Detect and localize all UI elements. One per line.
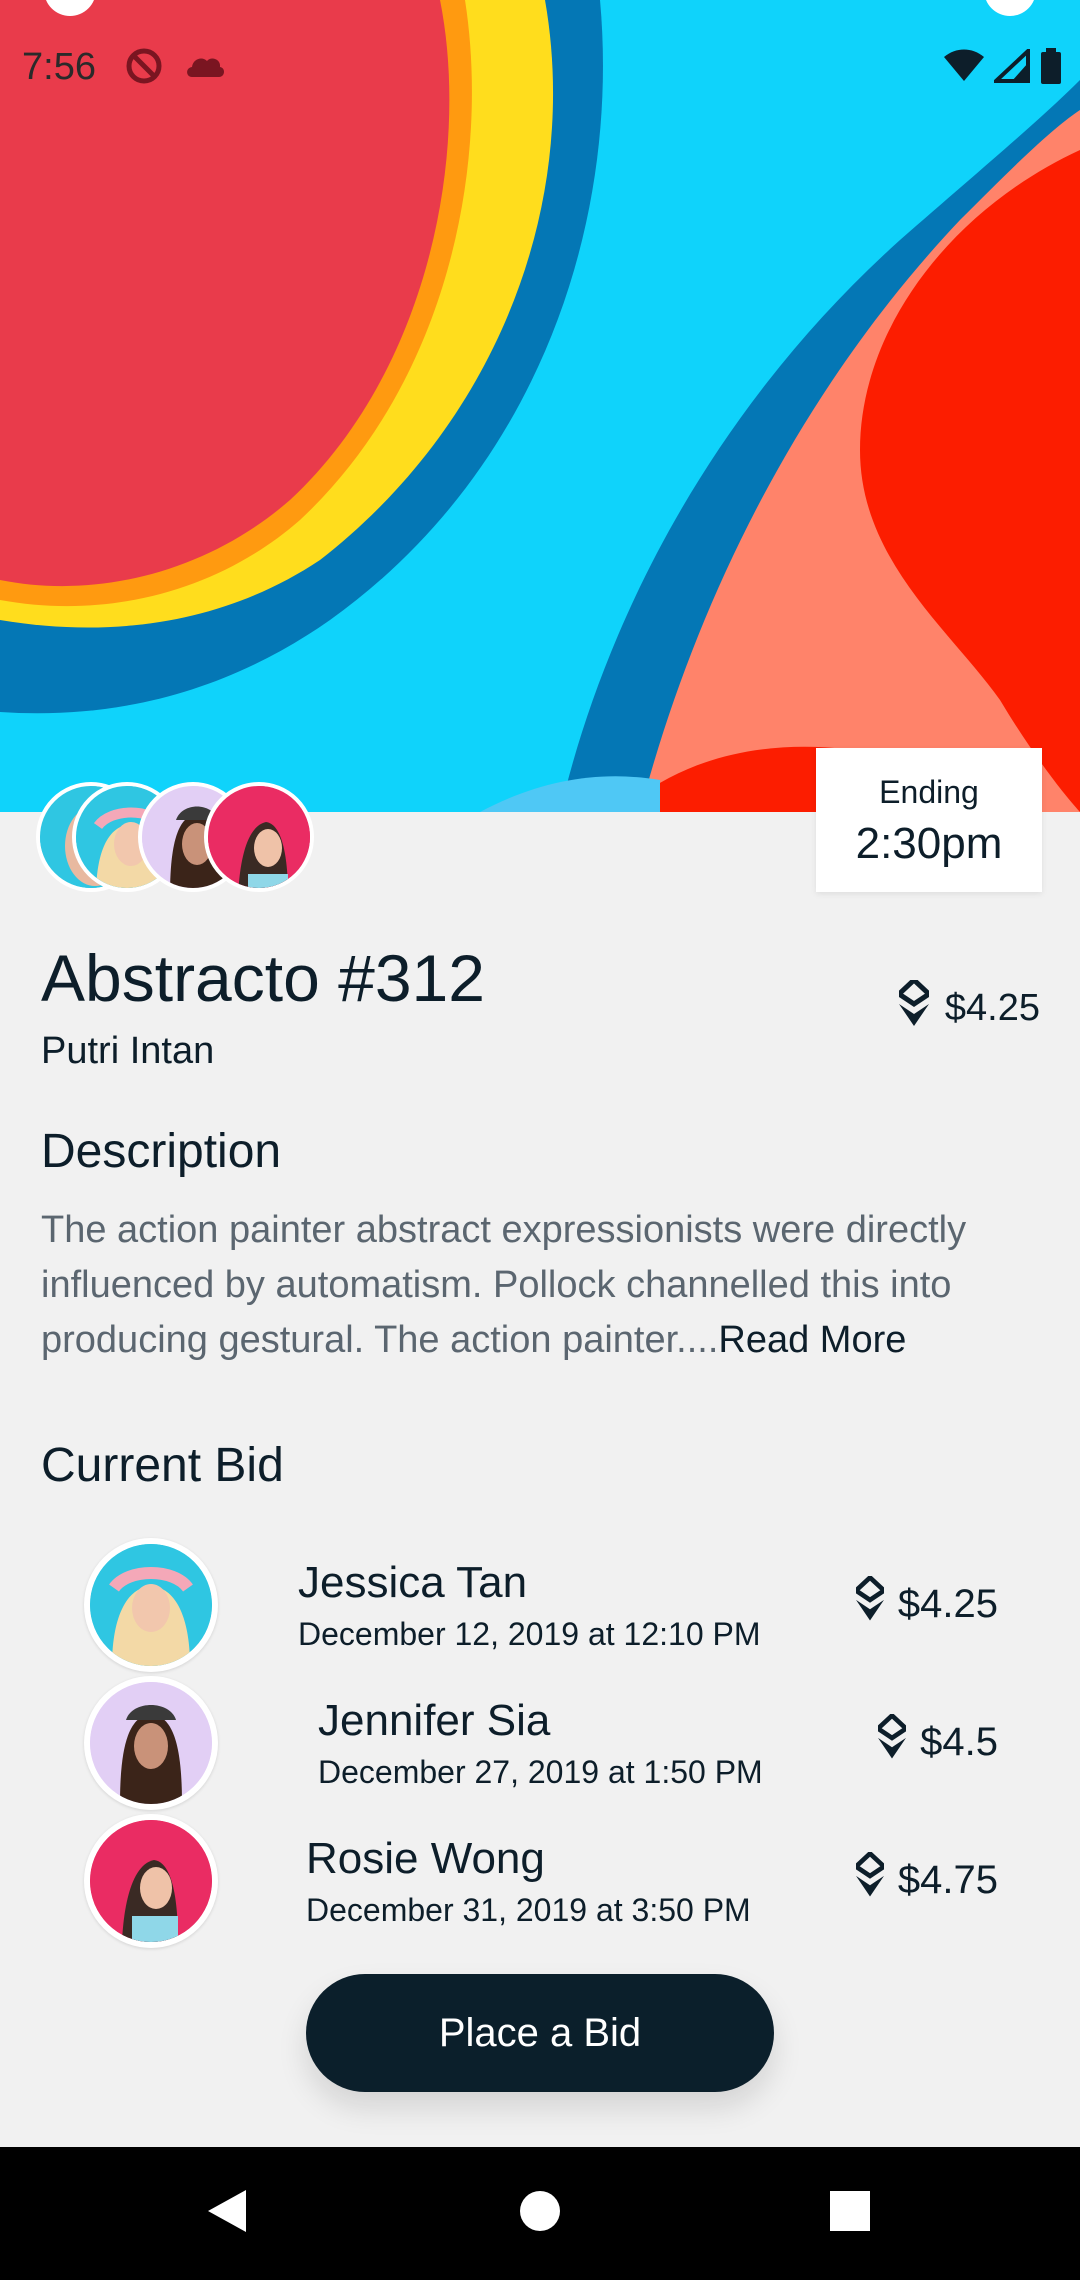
bid-date: December 27, 2019 at 1:50 PM <box>318 1754 763 1790</box>
bid-amount: $4.75 <box>852 1850 998 1908</box>
bid-amount-value: $4.5 <box>920 1719 998 1764</box>
back-button[interactable] <box>166 2147 286 2280</box>
signal-icon <box>990 46 1030 88</box>
back-icon <box>204 2188 248 2239</box>
description-text: The action painter abstract expressionis… <box>41 1203 1051 1368</box>
screen: 7:56 Ending 2:30pm Abstracto #312 Putri … <box>0 0 1080 2280</box>
current-bid-heading: Current Bid <box>41 1439 284 1492</box>
bidder-name: Jessica Tan <box>298 1558 528 1607</box>
ethereum-icon <box>874 1712 910 1770</box>
home-button[interactable] <box>480 2147 600 2280</box>
ending-time-card: Ending 2:30pm <box>816 748 1042 892</box>
artist-name[interactable]: Putri Intan <box>41 1030 214 1073</box>
avatar <box>204 782 314 892</box>
status-bar: 7:56 <box>0 0 1080 136</box>
bid-row[interactable]: Jessica Tan December 12, 2019 at 12:10 P… <box>0 1538 1080 1672</box>
cloud-icon <box>184 51 226 86</box>
battery-icon <box>1040 48 1062 89</box>
home-icon <box>519 2190 561 2237</box>
place-bid-button[interactable]: Place a Bid <box>306 1974 774 2092</box>
bid-row[interactable]: Jennifer Sia December 27, 2019 at 1:50 P… <box>0 1676 1080 1810</box>
status-time: 7:56 <box>22 46 96 88</box>
bid-amount-value: $4.25 <box>897 1581 998 1626</box>
avatar <box>84 1814 218 1948</box>
navigation-bar <box>0 2147 1080 2280</box>
bid-row[interactable]: Rosie Wong December 31, 2019 at 3:50 PM … <box>0 1814 1080 1948</box>
artwork-price: $4.25 <box>894 976 1040 1036</box>
ending-time: 2:30pm <box>855 819 1003 868</box>
bid-amount: $4.25 <box>852 1574 998 1632</box>
description-heading: Description <box>41 1125 282 1178</box>
bidder-name: Rosie Wong <box>306 1834 545 1883</box>
read-more-link[interactable]: Read More <box>718 1319 906 1361</box>
avatar <box>84 1676 218 1810</box>
ethereum-icon <box>894 976 933 1036</box>
bid-date: December 31, 2019 at 3:50 PM <box>306 1892 751 1928</box>
bidder-avatar-stack[interactable] <box>36 782 336 898</box>
recents-button[interactable] <box>790 2147 910 2280</box>
ending-label: Ending <box>879 774 979 810</box>
bid-date: December 12, 2019 at 12:10 PM <box>298 1616 761 1652</box>
bid-amount: $4.5 <box>874 1712 998 1770</box>
artwork-title: Abstracto #312 <box>41 941 485 1015</box>
avatar <box>84 1538 218 1672</box>
ethereum-icon <box>852 1574 888 1632</box>
wifi-icon <box>944 49 984 88</box>
bidder-name: Jennifer Sia <box>318 1696 551 1745</box>
recents-icon <box>830 2191 870 2236</box>
bid-amount-value: $4.75 <box>897 1857 998 1902</box>
price-value: $4.25 <box>944 986 1040 1029</box>
ethereum-icon <box>852 1850 888 1908</box>
do-not-disturb-icon <box>124 46 164 91</box>
